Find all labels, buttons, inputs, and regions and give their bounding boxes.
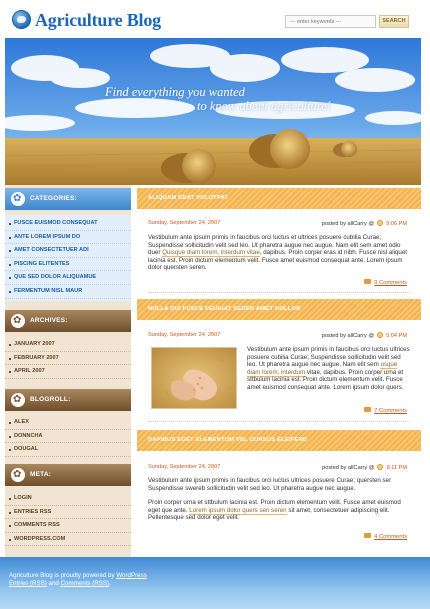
meta-link[interactable]: WORDPRESS.COM bbox=[5, 533, 131, 547]
comments-count[interactable]: 7 Comments bbox=[374, 408, 407, 414]
comments-count[interactable]: 9 Comments bbox=[374, 280, 407, 286]
category-link[interactable]: AMET CONSECTETUER ADI bbox=[5, 244, 131, 258]
post-title-bar: NULLA DUI FUSCE FEUGIAT SEREN AMET DOLLO… bbox=[137, 299, 421, 320]
flower-icon bbox=[11, 192, 25, 206]
category-link[interactable]: PISCING ELITENTES bbox=[5, 258, 131, 272]
divider bbox=[148, 421, 410, 422]
meta-link[interactable]: LOGIN bbox=[5, 492, 131, 506]
post-meta: posted by allCarry @ 8:11 PM bbox=[322, 464, 407, 471]
blogroll-title: BLOGROLL: bbox=[30, 396, 71, 403]
flower-icon bbox=[11, 393, 25, 407]
post-time: 8:11 PM bbox=[386, 465, 407, 471]
blogroll-link[interactable]: ALEX bbox=[5, 416, 131, 430]
blogroll-link[interactable]: DOUGAL bbox=[5, 443, 131, 457]
divider bbox=[148, 292, 410, 293]
post-date: Sunday, September 24, 2007 bbox=[148, 332, 221, 338]
site-header: Agriculture Blog SEARCH bbox=[0, 0, 430, 38]
post-paragraph: Proin corper urna et sttbulum lacinia es… bbox=[148, 499, 410, 522]
post-title-bar: DAPIBUS EGET ELEMENTUM VEL CURSUS ELEIFE… bbox=[137, 430, 421, 451]
clock-icon bbox=[376, 332, 383, 338]
category-link[interactable]: ANTE LOREM IPSUM DO bbox=[5, 231, 131, 245]
meta-link[interactable]: ENTRIES RSS bbox=[5, 506, 131, 520]
footer-feeds: Entries (RSS) and Comments (RSS). bbox=[9, 580, 111, 587]
comment-icon bbox=[364, 407, 372, 412]
main-content: ALIQUAM ERAT VOLUTPAT Sunday, September … bbox=[137, 185, 421, 557]
clock-icon bbox=[377, 464, 384, 470]
blogroll-header: BLOGROLL: bbox=[5, 389, 131, 411]
post-author: posted by allCarry @ bbox=[322, 465, 375, 471]
search-input[interactable] bbox=[285, 15, 376, 28]
comments-link[interactable]: 4 Comments bbox=[364, 533, 407, 540]
post-time: 5:04 PM bbox=[386, 333, 407, 339]
post-date: Sunday, September 24, 2007 bbox=[148, 464, 221, 470]
category-link[interactable]: FUSCE EUISMOD CONSEQUAT bbox=[5, 217, 131, 231]
archives-list: JANUARY 2007 FEBRUARY 2007 APRIL 2007 bbox=[5, 338, 131, 379]
wordpress-link[interactable]: WordPress bbox=[116, 572, 147, 579]
category-link[interactable]: QUE SED DOLOR ALIQUAMUE bbox=[5, 271, 131, 285]
post-title[interactable]: NULLA DUI FUSCE FEUGIAT SEREN AMET DOLLO… bbox=[148, 306, 301, 312]
post-paragraph: Vestibulum ante ipsum primis in faucibus… bbox=[247, 346, 410, 392]
meta-header: META: bbox=[5, 464, 131, 486]
grain-hands-image bbox=[151, 347, 237, 409]
post-title[interactable]: DAPIBUS EGET ELEMENTUM VEL CURSUS ELEIFE… bbox=[148, 437, 307, 443]
post-title[interactable]: ALIQUAM ERAT VOLUTPAT bbox=[148, 195, 228, 201]
footer-powered-by: Agriculture Blog is proudly powered by W… bbox=[9, 572, 147, 579]
comments-rss-link[interactable]: Comments (RSS) bbox=[61, 580, 109, 587]
footer-text: . bbox=[109, 580, 111, 587]
comments-link[interactable]: 7 Comments bbox=[364, 407, 407, 414]
comment-icon bbox=[364, 533, 372, 538]
footer-text: and bbox=[46, 580, 61, 587]
search-button[interactable]: SEARCH bbox=[379, 15, 409, 28]
archive-link[interactable]: APRIL 2007 bbox=[5, 365, 131, 379]
meta-link[interactable]: COMMENTS RSS bbox=[5, 519, 131, 533]
categories-list: FUSCE EUISMOD CONSEQUAT ANTE LOREM IPSUM… bbox=[5, 215, 131, 301]
meta-list: LOGIN ENTRIES RSS COMMENTS RSS WORDPRESS… bbox=[5, 492, 131, 547]
post-date: Sunday, September 24, 2007 bbox=[148, 220, 221, 226]
post-paragraph: Vestibulum ante ipsum primis in faucibus… bbox=[148, 477, 392, 492]
post-body: Vestibulum ante ipsum primis in faucibus… bbox=[148, 234, 410, 279]
blog-title[interactable]: Agriculture Blog bbox=[35, 10, 161, 31]
post-body: Vestibulum ante ipsum primis in faucibus… bbox=[247, 346, 410, 399]
flower-icon bbox=[11, 468, 25, 482]
flower-icon bbox=[11, 314, 25, 328]
archives-title: ARCHIVES: bbox=[30, 317, 68, 324]
post-author: posted by allCarry @ bbox=[321, 221, 375, 227]
site-footer: Agriculture Blog is proudly powered by W… bbox=[0, 557, 430, 609]
banner-slogan-line2: to know about agriculture! bbox=[197, 99, 331, 113]
banner-slogan: Find everything you wanted to know about… bbox=[105, 85, 331, 113]
clock-icon bbox=[376, 220, 383, 226]
post-author: posted by allCarry @ bbox=[321, 333, 375, 339]
comments-link[interactable]: 9 Comments bbox=[364, 279, 407, 286]
archive-link[interactable]: FEBRUARY 2007 bbox=[5, 352, 131, 366]
categories-title: CATEGORIES: bbox=[30, 195, 77, 202]
post-title-bar: ALIQUAM ERAT VOLUTPAT bbox=[137, 188, 421, 209]
category-link[interactable]: FERMENTUM NISL MAUR bbox=[5, 285, 131, 299]
footer-text: Agriculture Blog is proudly powered by bbox=[9, 572, 117, 579]
blogroll-list: ALEX DONNCHA DOUGAL bbox=[5, 416, 131, 457]
banner: Find everything you wanted to know about… bbox=[5, 38, 421, 185]
archives-header: ARCHIVES: bbox=[5, 310, 131, 332]
post-meta: posted by allCarry @ 9:06 PM bbox=[322, 220, 407, 227]
archive-link[interactable]: JANUARY 2007 bbox=[5, 338, 131, 352]
comment-icon bbox=[364, 279, 372, 284]
categories-header: CATEGORIES: bbox=[5, 188, 131, 210]
sidebar: CATEGORIES: FUSCE EUISMOD CONSEQUAT ANTE… bbox=[5, 185, 131, 557]
meta-title: META: bbox=[30, 471, 52, 478]
post-meta: posted by allCarry @ 5:04 PM bbox=[322, 332, 407, 339]
post-body: Vestibulum ante ipsum primis in faucibus… bbox=[148, 477, 410, 529]
entries-rss-link[interactable]: Entries (RSS) bbox=[9, 580, 47, 587]
banner-slogan-line1: Find everything you wanted bbox=[105, 85, 245, 99]
blogroll-link[interactable]: DONNCHA bbox=[5, 430, 131, 444]
post-time: 9:06 PM bbox=[386, 221, 407, 227]
comments-count[interactable]: 4 Comments bbox=[374, 534, 407, 540]
post-paragraph: Vestibulum ante ipsum primis in faucibus… bbox=[148, 234, 410, 272]
globe-logo-icon bbox=[12, 10, 31, 29]
